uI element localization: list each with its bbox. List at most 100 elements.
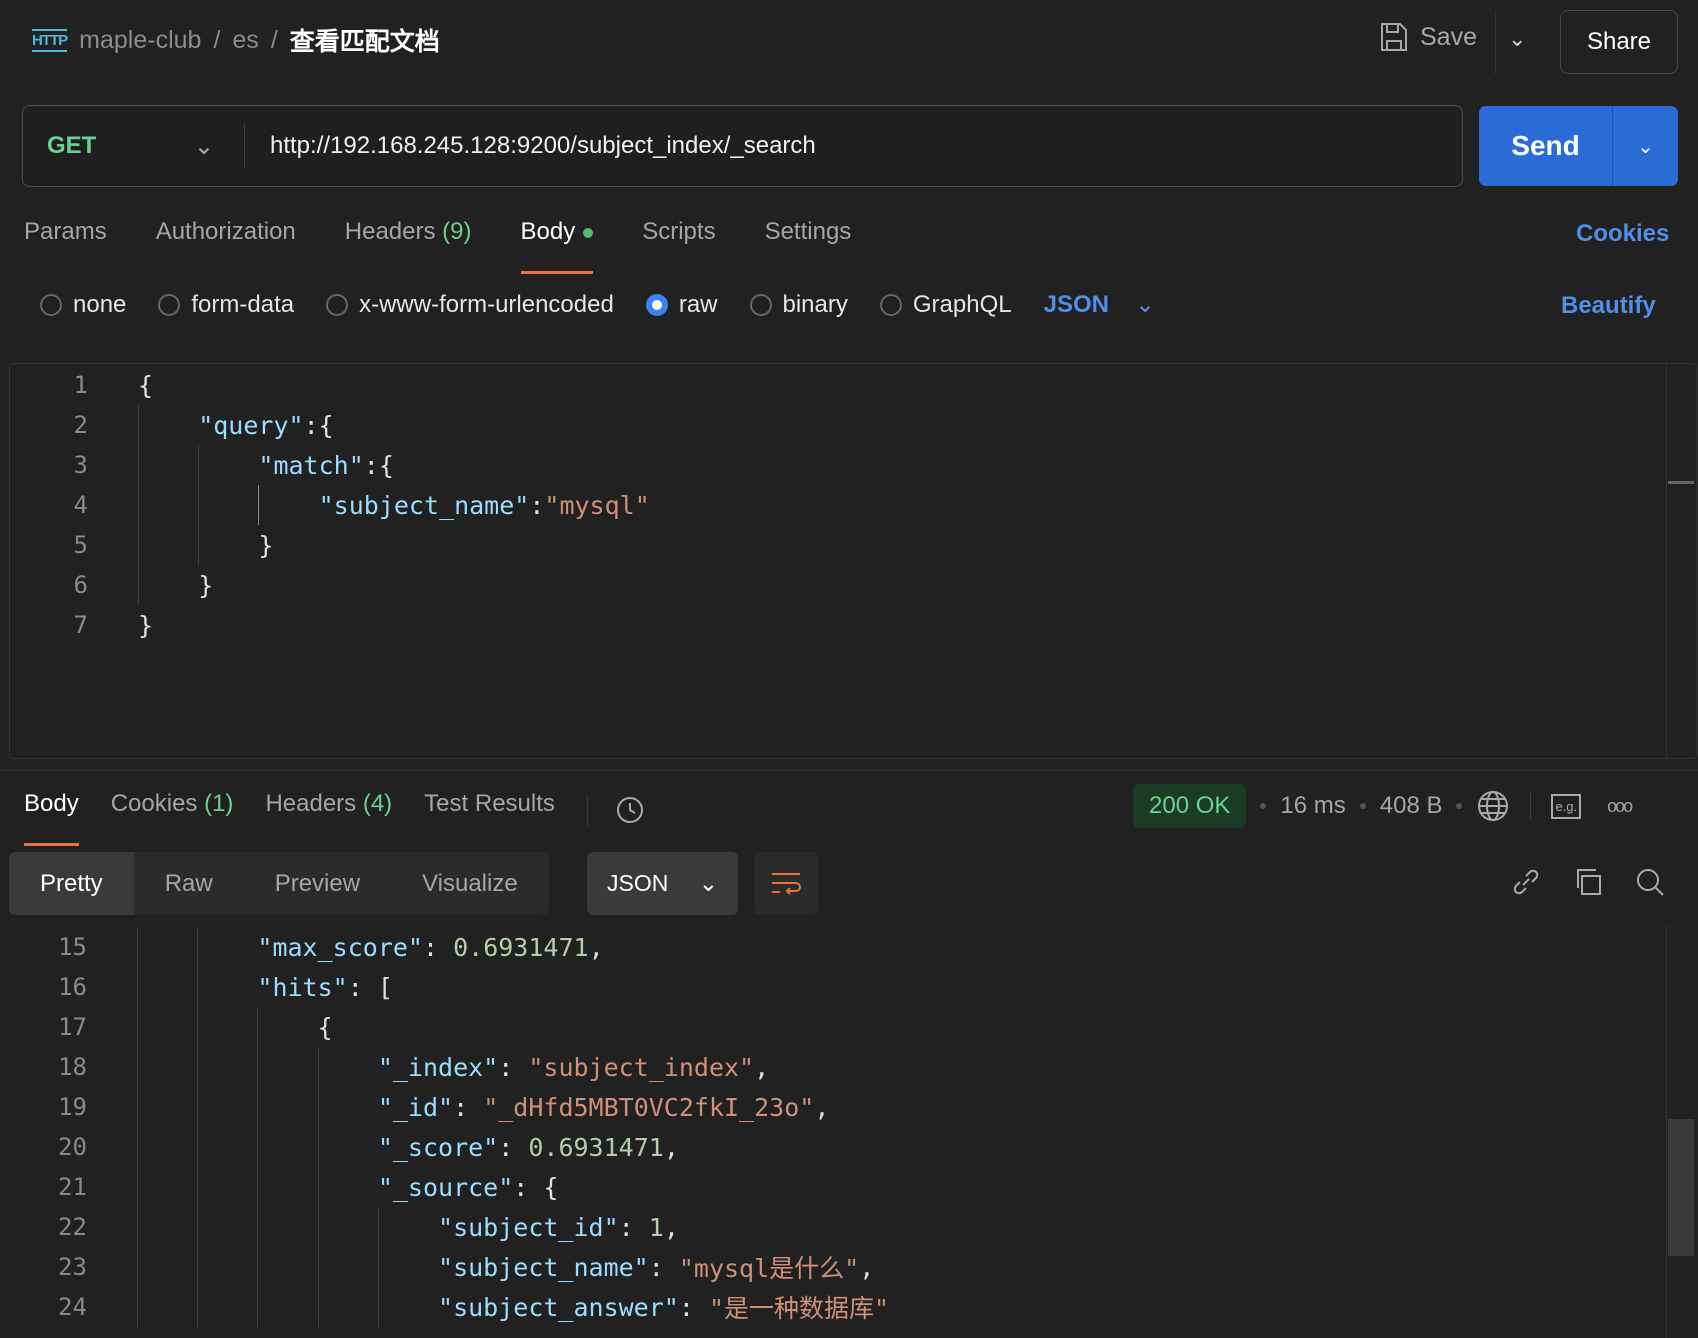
view-pretty[interactable]: Pretty xyxy=(9,852,134,915)
request-title[interactable]: 查看匹配文档 xyxy=(290,22,440,58)
line-number: 6 xyxy=(73,571,88,599)
json-punctuation: } xyxy=(138,610,154,640)
radio-form-data[interactable]: form-data xyxy=(158,291,294,319)
line-number: 1 xyxy=(73,371,88,399)
json-string: "_dHfd5MBT0VC2fkI_23o" xyxy=(483,1092,815,1122)
tab-params[interactable]: Params xyxy=(24,218,107,260)
view-preview[interactable]: Preview xyxy=(244,852,391,915)
radio-raw[interactable]: raw xyxy=(645,291,718,319)
response-body-viewer[interactable]: 15 "max_score": 0.6931471, 16 "hits": [17 {1… xyxy=(9,925,1698,1338)
response-tab-cookies[interactable]: Cookies (1) xyxy=(111,790,234,832)
indent-guide xyxy=(317,1207,378,1247)
indent-guide xyxy=(137,1207,197,1247)
line-number: 15 xyxy=(58,933,87,961)
indent-guide xyxy=(137,1007,197,1047)
indent-guide xyxy=(257,1047,317,1087)
json-string: "mysql是什么" xyxy=(678,1254,860,1283)
indent-guide xyxy=(197,1207,257,1247)
response-scrollbar[interactable] xyxy=(1668,1119,1694,1256)
json-punctuation: : xyxy=(453,1092,484,1122)
view-raw[interactable]: Raw xyxy=(134,852,244,915)
request-body-editor[interactable]: 1{2 "query":{3 "match":{4 "subject_name": "m… xyxy=(9,363,1697,759)
indent-guide xyxy=(137,1047,197,1087)
code-line: 22 "subject_id": 1, xyxy=(9,1207,679,1247)
response-tab-headers[interactable]: Headers (4) xyxy=(265,790,392,832)
send-options-chevron-icon[interactable]: ⌄ xyxy=(1613,106,1678,186)
json-string: "mysql" xyxy=(544,490,650,520)
indent-guide xyxy=(197,1007,257,1047)
json-punctuation: : xyxy=(498,1132,529,1162)
indent-guide xyxy=(197,1247,257,1287)
json-key: "_index" xyxy=(377,1052,499,1082)
response-tab-body[interactable]: Body xyxy=(24,790,79,846)
radio-urlencoded[interactable]: x-www-form-urlencoded xyxy=(326,291,614,319)
send-button[interactable]: Send xyxy=(1479,106,1613,186)
indent-guide xyxy=(197,927,257,967)
indent-guide xyxy=(138,445,198,485)
radio-graphql[interactable]: GraphQL xyxy=(879,291,1012,319)
url-input[interactable]: http://192.168.245.128:9200/subject_inde… xyxy=(245,132,816,160)
radio-binary[interactable]: binary xyxy=(749,291,848,319)
cookies-link[interactable]: Cookies xyxy=(1576,220,1669,248)
json-number: 0.6931471 xyxy=(528,1132,664,1162)
copy-icon[interactable] xyxy=(1572,866,1604,898)
body-format-select[interactable]: JSON ⌄ xyxy=(1044,290,1155,319)
response-status-bar: 200 OK 16 ms 408 B e.g. ooo xyxy=(1133,784,1633,828)
indent-guide xyxy=(197,1127,257,1167)
line-number: 24 xyxy=(58,1293,87,1321)
globe-icon[interactable] xyxy=(1476,789,1510,823)
indent-guide xyxy=(138,485,198,525)
method-select[interactable]: GET ⌄ xyxy=(23,123,245,169)
send-button-group: Send ⌄ xyxy=(1479,106,1678,186)
response-time[interactable]: 16 ms xyxy=(1280,792,1345,820)
indent-guide xyxy=(137,1167,197,1207)
indent-guide xyxy=(377,1207,438,1247)
json-punctuation: : xyxy=(422,932,454,962)
save-button[interactable]: Save xyxy=(1380,22,1477,52)
beautify-button[interactable]: Beautify xyxy=(1561,292,1656,320)
status-badge[interactable]: 200 OK xyxy=(1133,784,1247,828)
json-punctuation: :{ xyxy=(363,450,394,480)
save-options-chevron-icon[interactable]: ⌄ xyxy=(1508,26,1526,52)
tab-headers[interactable]: Headers (9) xyxy=(345,218,472,260)
breadcrumb-item[interactable]: es xyxy=(232,26,258,55)
radio-none[interactable]: none xyxy=(40,291,126,319)
indent-guide xyxy=(137,1247,197,1287)
link-icon[interactable] xyxy=(1510,866,1542,898)
response-format-select[interactable]: JSON ⌄ xyxy=(587,852,738,915)
indent-guide xyxy=(257,1007,317,1047)
indent-guide xyxy=(137,1087,197,1127)
indent-guide xyxy=(317,1127,378,1167)
indent-guide xyxy=(197,1287,257,1327)
wrap-lines-icon[interactable] xyxy=(754,852,818,915)
response-size[interactable]: 408 B xyxy=(1380,792,1443,820)
indent-guide xyxy=(197,967,257,1007)
code-line: 19 "_id": "_dHfd5MBT0VC2fkI_23o", xyxy=(9,1087,829,1127)
json-punctuation: , xyxy=(859,1252,875,1282)
line-number: 7 xyxy=(73,611,88,639)
response-view-tabs: Pretty Raw Preview Visualize xyxy=(9,852,549,915)
tab-settings[interactable]: Settings xyxy=(765,218,852,260)
code-line: 3 "match":{ xyxy=(10,445,394,485)
indent-guide xyxy=(257,1087,317,1127)
tab-authorization[interactable]: Authorization xyxy=(156,218,296,260)
history-icon[interactable] xyxy=(586,796,646,826)
json-punctuation: : xyxy=(498,1052,529,1082)
search-icon[interactable] xyxy=(1634,866,1666,898)
view-visualize[interactable]: Visualize xyxy=(391,852,549,915)
json-key: "_score" xyxy=(377,1132,499,1162)
json-key: "query" xyxy=(198,410,304,440)
line-number: 17 xyxy=(58,1013,87,1041)
tab-body[interactable]: Body xyxy=(520,218,594,274)
breadcrumb-item[interactable]: maple-club xyxy=(79,26,201,55)
http-icon: HTTP xyxy=(32,28,68,52)
example-icon[interactable]: e.g. xyxy=(1551,793,1582,819)
response-tab-test-results[interactable]: Test Results xyxy=(424,790,555,832)
more-options-icon[interactable]: ooo xyxy=(1607,796,1633,817)
indent-guide xyxy=(138,565,198,605)
tab-scripts[interactable]: Scripts xyxy=(642,218,715,260)
share-button[interactable]: Share xyxy=(1560,10,1678,74)
indent-guide xyxy=(198,485,258,525)
save-label: Save xyxy=(1420,22,1477,51)
indent-guide xyxy=(257,1247,317,1287)
